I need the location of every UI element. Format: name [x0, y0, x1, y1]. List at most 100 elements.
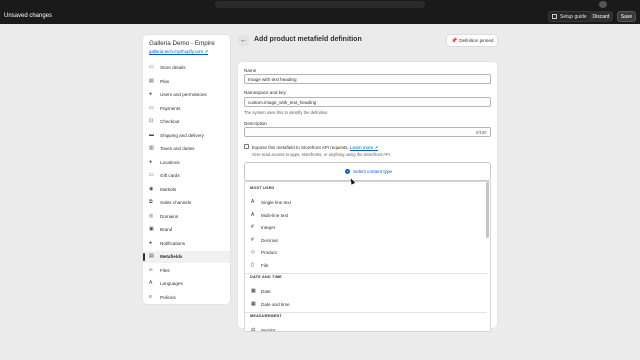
metafields-icon: ▤	[149, 253, 154, 259]
content-type-label: File	[261, 262, 269, 268]
content-type-option-product[interactable]: ◇ Product	[245, 247, 487, 259]
sidebar-item-label: Languages	[160, 281, 183, 286]
plan-icon: ▤	[149, 77, 154, 84]
sidebar-item-label: Metafields	[160, 254, 183, 259]
domains-icon: ◎	[149, 212, 154, 219]
name-label: Name	[244, 68, 257, 73]
plus-circle-icon: +	[345, 169, 350, 174]
sidebar-item-label: Domains	[160, 213, 179, 219]
content-type-option-integer[interactable]: # Integer	[245, 222, 487, 234]
sidebar-item-label: Payments	[160, 105, 181, 111]
content-type-option-decimal[interactable]: # Decimal	[245, 235, 487, 247]
save-button[interactable]: Save	[617, 11, 636, 22]
sidebar-item-sales-channels[interactable]: ⧉ Sales channels	[143, 197, 230, 209]
select-content-type-label: Select content type	[353, 169, 393, 174]
sidebar-item-plan[interactable]: ▤ Plan	[143, 76, 230, 88]
discard-button[interactable]: Discard	[589, 11, 613, 22]
channels-icon: ⧉	[149, 199, 153, 205]
sidebar-item-languages[interactable]: A Languages	[143, 278, 230, 290]
contextual-save-bar: Unsaved changes Setup guide Discard Save	[0, 9, 640, 24]
expose-storefront-checkbox[interactable]	[244, 144, 249, 149]
sidebar-item-label: Files	[160, 267, 170, 273]
admin-topbar	[0, 0, 640, 9]
store-icon: ▭	[149, 64, 154, 70]
location-icon: ●	[149, 158, 153, 165]
section-divider	[245, 273, 487, 274]
truck-icon: ▬	[149, 131, 154, 138]
content-type-icon: #	[251, 224, 254, 230]
sidebar-item-checkout[interactable]: ⊡ Checkout	[143, 116, 230, 128]
sidebar-item-locations[interactable]: ● Locations	[143, 157, 230, 169]
content-type-option-multi-line-text[interactable]: A Multi-line text	[245, 210, 487, 222]
definition-pinned-label: Definition pinned	[459, 38, 494, 43]
definition-pinned-button[interactable]: 📌 Definition pinned	[447, 35, 497, 46]
scrollbar-thumb[interactable]	[486, 182, 489, 238]
dropdown-section-title: MOST USED	[250, 186, 275, 190]
settings-sidebar: Galleria Demo - Empire galleria-tech.mys…	[143, 35, 230, 304]
namespace-key-field[interactable]: custom.image_with_text_heading	[244, 97, 491, 107]
sidebar-item-payments[interactable]: ▭ Payments	[143, 103, 230, 115]
section-divider	[245, 312, 487, 313]
avatar	[599, 1, 607, 8]
content-type-option-date[interactable]: ▦ Date	[245, 286, 487, 298]
gift-card-icon: ▭	[149, 172, 154, 178]
content-type-icon: A	[251, 199, 255, 205]
users-icon: ●	[149, 91, 153, 97]
sidebar-item-taxes-and-duties[interactable]: ▥ Taxes and duties	[143, 143, 230, 155]
name-field[interactable]: Image with text heading	[244, 74, 491, 84]
sidebar-item-label: Store details	[160, 65, 186, 70]
dropdown-section-title: DATE AND TIME	[250, 275, 282, 279]
content-type-option-single-line-text[interactable]: A Single line text	[245, 197, 487, 209]
content-type-label: Decimal	[261, 237, 278, 243]
sidebar-item-domains[interactable]: ◎ Domains	[143, 211, 230, 223]
sidebar-item-metafields[interactable]: ▤ Metafields	[143, 251, 230, 263]
sidebar-item-label: Brand	[160, 227, 173, 232]
description-field[interactable]	[244, 127, 491, 137]
content-type-icon: ▦	[251, 288, 256, 294]
globe-icon: ◉	[149, 185, 154, 192]
taxes-icon: ▥	[149, 145, 154, 151]
policies-icon: ≡	[149, 293, 152, 300]
learn-more-link[interactable]: Learn more ↗	[350, 145, 378, 150]
content-type-icon: A	[251, 211, 255, 218]
sidebar-item-brand[interactable]: ▣ Brand	[143, 224, 230, 236]
sidebar-item-store-details[interactable]: ▭ Store details	[143, 62, 230, 74]
store-url-text: galleria-tech.myshopify.com	[149, 49, 204, 54]
content-type-label: Product	[261, 250, 277, 255]
payments-icon: ▭	[149, 104, 154, 111]
content-type-label: Single line text	[261, 200, 291, 205]
brand-icon: ▣	[149, 226, 154, 232]
sidebar-item-files[interactable]: ∞ Files	[143, 265, 230, 277]
select-content-type-button[interactable]: + Select content type	[244, 162, 491, 181]
content-type-option-file[interactable]: ▯ File	[245, 260, 487, 272]
languages-icon: A	[149, 280, 153, 286]
content-type-icon: ◇	[251, 249, 255, 255]
sidebar-item-label: Policies	[160, 294, 176, 300]
content-type-option-weight[interactable]: ⚖ Weight	[245, 325, 487, 332]
sidebar-item-notifications[interactable]: ● Notifications	[143, 238, 230, 250]
namespace-label: Namespace and key	[244, 90, 286, 95]
content-type-icon: ⚖	[251, 327, 256, 332]
sidebar-item-label: Users and permissions	[160, 92, 207, 97]
page-title: Add product metafield definition	[254, 36, 362, 43]
expose-storefront-help: Give read access to apps, storefronts, o…	[252, 152, 391, 157]
content-type-option-date-and-time[interactable]: ▦ Date and time	[245, 299, 487, 311]
sidebar-item-policies[interactable]: ≡ Policies	[143, 292, 230, 304]
guide-icon	[552, 14, 557, 19]
sidebar-item-label: Checkout	[160, 119, 180, 124]
store-url-link[interactable]: galleria-tech.myshopify.com ↗	[149, 49, 208, 55]
description-label: Description	[244, 121, 267, 126]
sidebar-item-markets[interactable]: ◉ Markets	[143, 184, 230, 196]
sidebar-item-label: Gift cards	[160, 173, 180, 178]
sidebar-item-users-and-permissions[interactable]: ● Users and permissions	[143, 89, 230, 101]
setup-guide-button[interactable]: Setup guide	[548, 11, 592, 22]
cart-icon: ⊡	[149, 118, 154, 124]
back-button[interactable]: ←	[238, 35, 249, 46]
dropdown-scrollbar[interactable]	[486, 182, 489, 332]
content-type-icon: ▦	[251, 300, 256, 307]
sidebar-item-shipping-and-delivery[interactable]: ▬ Shipping and delivery	[143, 130, 230, 142]
setup-guide-label: Setup guide	[560, 13, 587, 20]
content-type-label: Multi-line text	[261, 212, 289, 218]
sidebar-item-gift-cards[interactable]: ▭ Gift cards	[143, 170, 230, 182]
sidebar-item-label: Notifications	[160, 240, 186, 246]
